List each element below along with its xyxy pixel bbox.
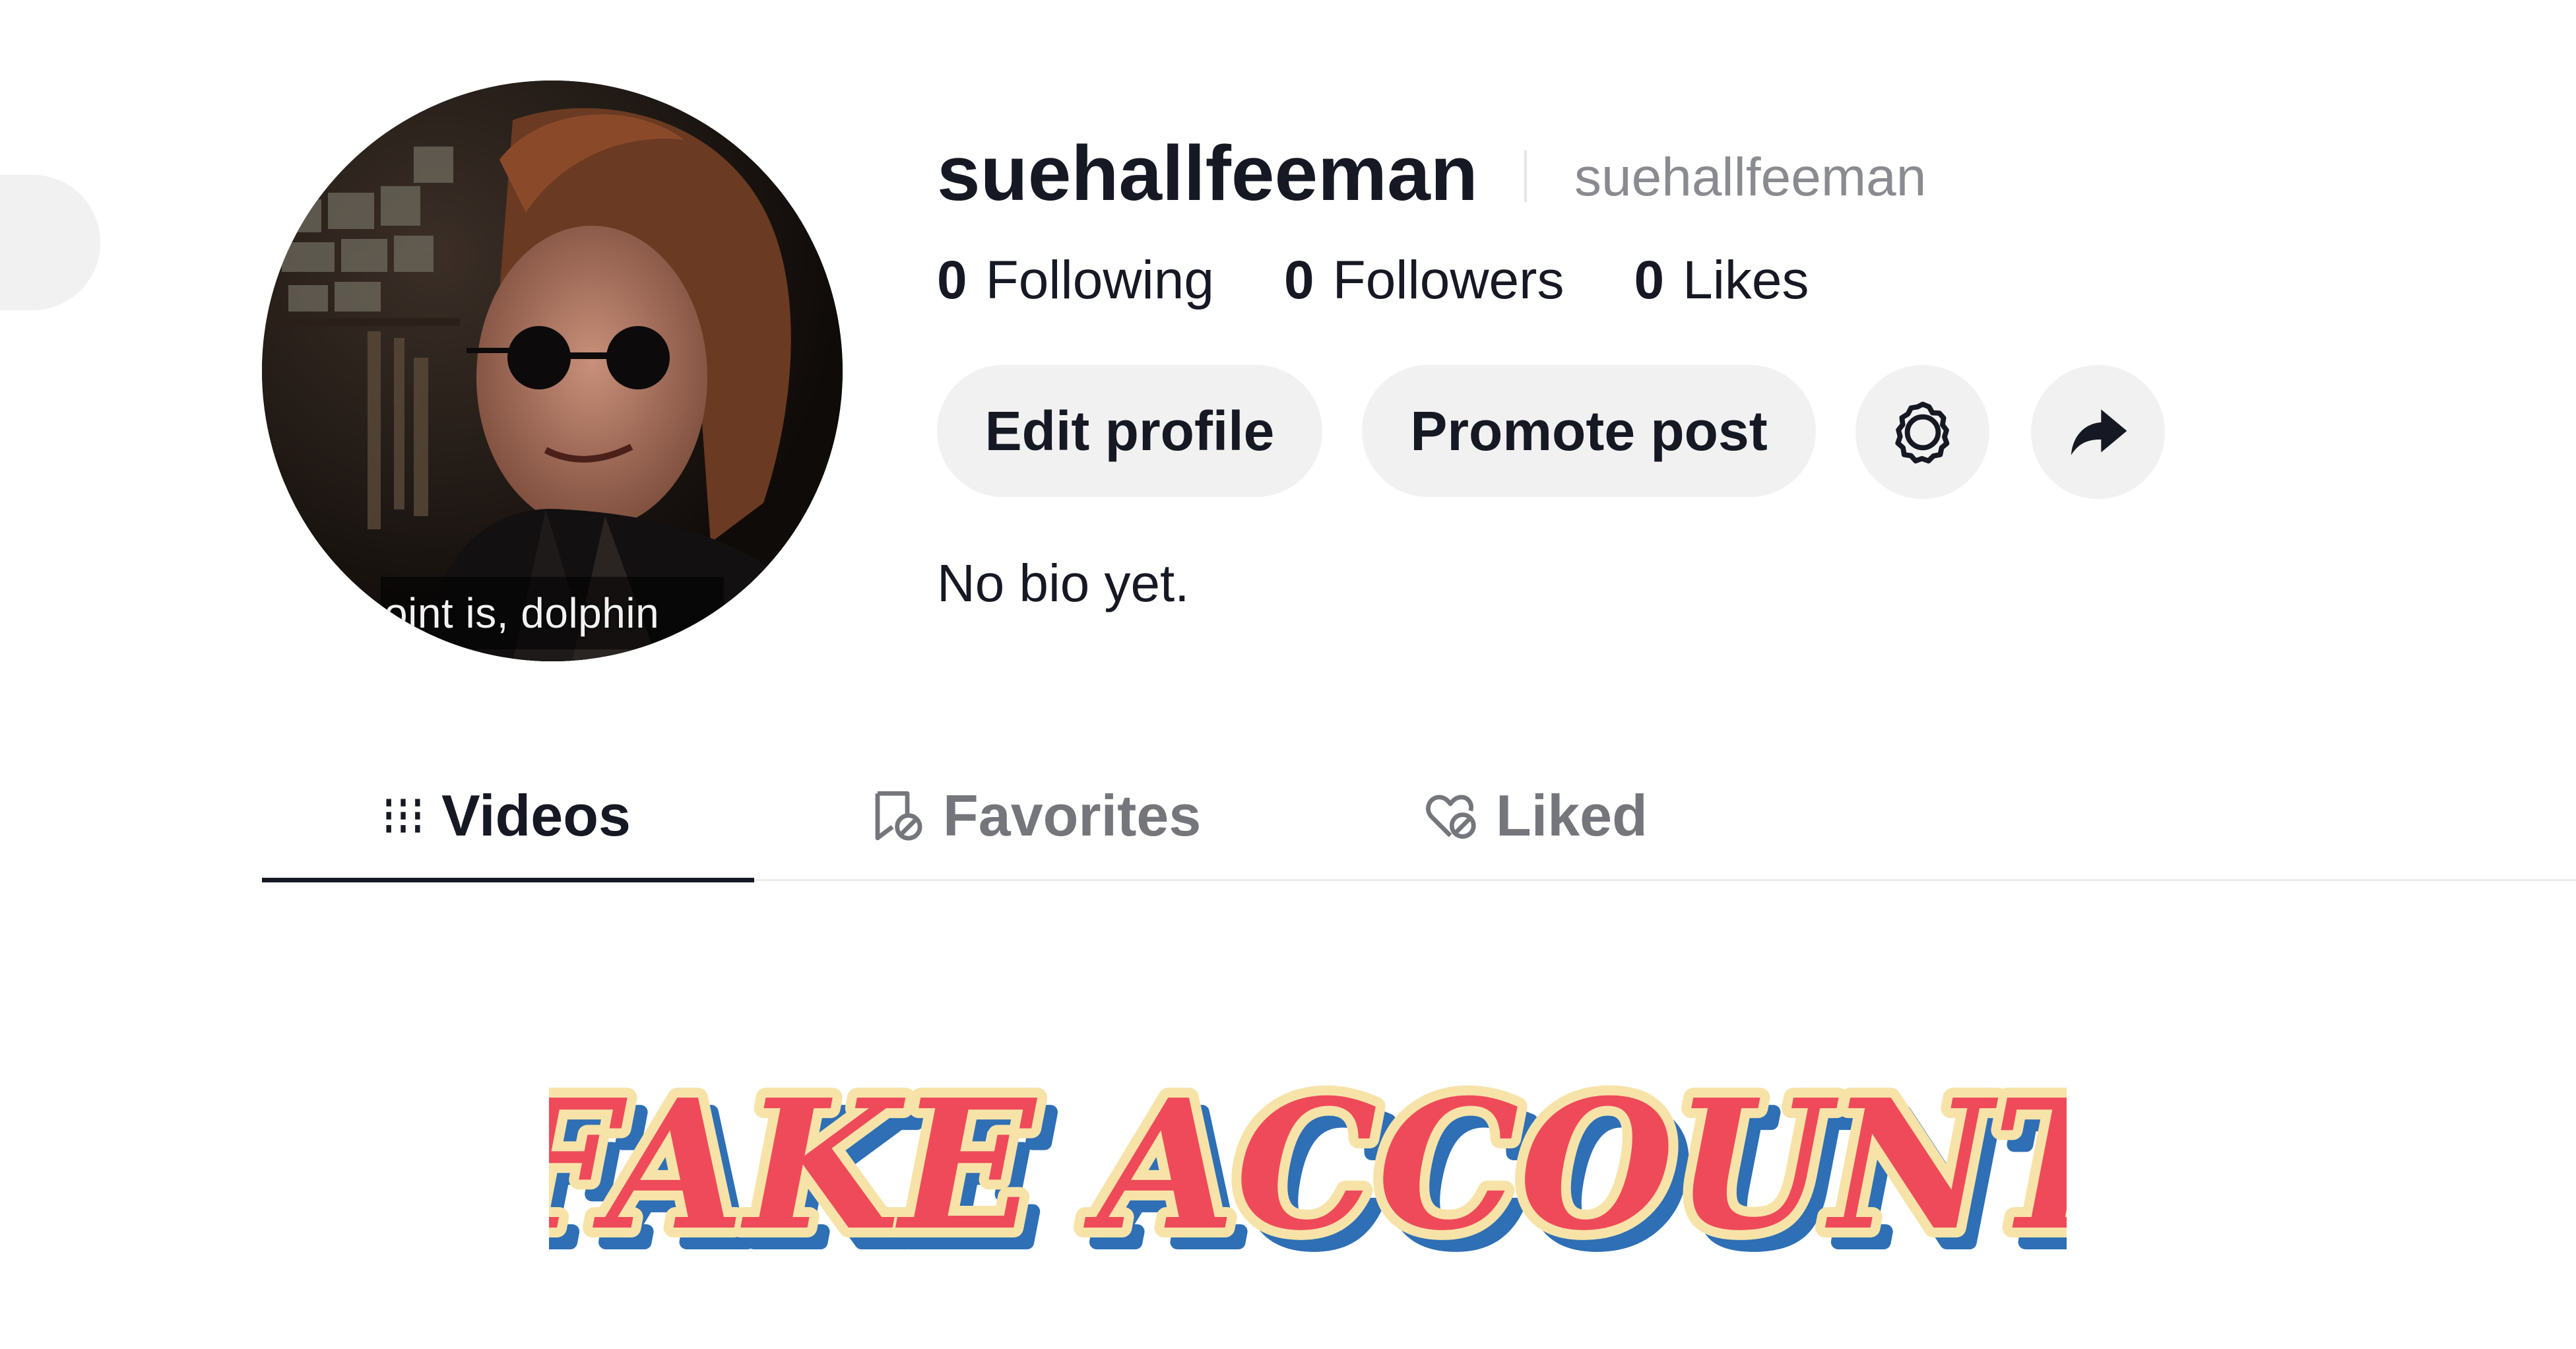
tab-label: Videos [441,783,631,848]
edit-profile-button[interactable]: Edit profile [937,365,1322,497]
share-arrow-icon [2071,409,2127,455]
tab-label: Favorites [943,783,1202,848]
stat-followers[interactable]: 0 Followers [1284,249,1564,312]
promote-post-button[interactable]: Promote post [1362,365,1816,497]
heart-icon [1421,786,1480,845]
stat-label: Followers [1332,250,1564,310]
fake-account-overlay: FAKE ACCOUNT FAKE ACCOUNT FAKE ACCOUNT [549,1069,2067,1267]
stat-count: 0 [1284,250,1314,310]
left-sidebar-pill[interactable] [0,175,100,310]
username: suehallfeeman [937,130,1478,217]
fake-account-text: FAKE ACCOUNT [549,1069,2067,1267]
tab-videos[interactable]: Videos [381,752,631,879]
bookmark-icon [868,786,927,845]
active-tab-underline [262,878,754,882]
share-button[interactable] [2031,365,2165,499]
tab-liked[interactable]: Liked [1421,752,1648,879]
stat-following[interactable]: 0 Following [937,249,1214,312]
name-divider [1524,150,1527,202]
tab-favorites[interactable]: Favorites [868,752,1201,879]
profile-bio: No bio yet. [937,554,1190,612]
stat-count: 0 [1634,250,1665,310]
avatar[interactable]: oint is, dolphin [262,81,843,661]
stat-label: Following [985,250,1214,310]
stat-label: Likes [1683,250,1809,310]
stat-likes: 0 Likes [1634,249,1809,312]
profile-tabs: Videos Favorites Liked [262,752,2576,882]
grid-icon [381,793,426,838]
avatar-caption: oint is, dolphin [384,589,660,637]
avatar-photo [262,81,843,661]
gear-icon [1894,401,1949,463]
settings-button[interactable] [1855,365,1989,499]
nickname: suehallfeeman [1574,147,1927,207]
profile-stats: 0 Following 0 Followers 0 Likes [937,249,1879,312]
stat-count: 0 [937,250,967,310]
tab-label: Liked [1496,783,1648,848]
